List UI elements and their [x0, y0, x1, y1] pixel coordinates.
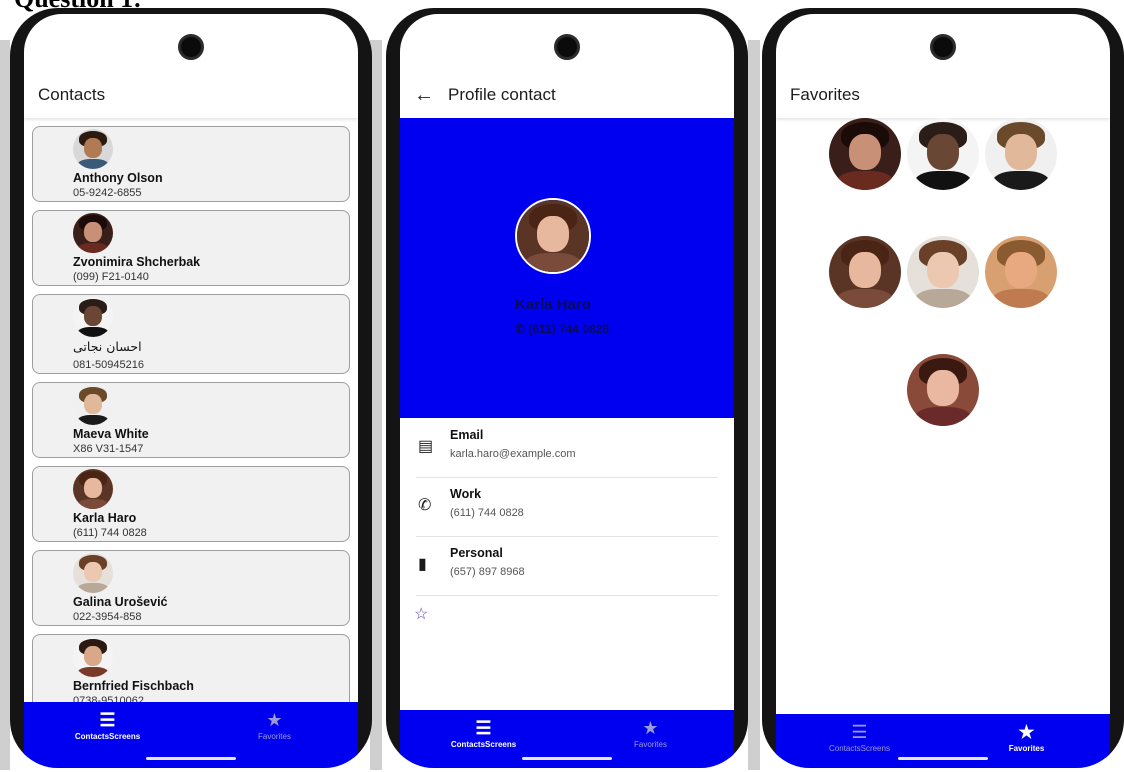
favorites-topbar: Favorites: [776, 72, 1110, 118]
detail-row-email[interactable]: ▤ Email karla.haro@example.com: [416, 420, 718, 478]
email-card-icon: ▤: [418, 438, 434, 455]
camera-hole: [930, 34, 956, 60]
camera-hole: [178, 34, 204, 60]
favorites-row: [776, 118, 1110, 190]
contact-name: Maeva White: [73, 427, 149, 441]
avatar: [73, 637, 113, 677]
avatar: [73, 297, 113, 337]
contact-name: Karla Haro: [73, 511, 137, 525]
phone-icon: ✆: [515, 322, 529, 336]
profile-phone-number: (611) 744 0828: [528, 322, 610, 336]
detail-label: Work: [450, 487, 482, 501]
avatar: [73, 213, 113, 253]
background-strip: [748, 40, 760, 770]
profile-avatar: [515, 198, 591, 274]
nav-label: ContactsScreens: [74, 732, 141, 741]
contact-card[interactable]: احسان نجاتی 081-50945216: [32, 294, 350, 374]
contact-phone: (099) F21-0140: [73, 271, 149, 283]
favorite-avatar[interactable]: [829, 118, 901, 190]
contact-phone: 05-9242-6855: [73, 187, 142, 199]
favorite-avatar[interactable]: [985, 118, 1057, 190]
back-arrow-icon[interactable]: ←: [414, 84, 434, 107]
page-title: Favorites: [790, 85, 860, 104]
home-indicator[interactable]: [146, 757, 236, 760]
favorites-row: [776, 236, 1110, 308]
contact-card[interactable]: Zvonimira Shcherbak (099) F21-0140: [32, 210, 350, 286]
contact-name: Bernfried Fischbach: [73, 679, 194, 693]
nav-label: Favorites: [258, 732, 291, 741]
favorite-avatar[interactable]: [907, 118, 979, 190]
nav-label: Favorites: [1008, 744, 1045, 753]
profile-phone: ✆ (611) 744 0828: [515, 322, 609, 336]
list-icon: ☰: [99, 710, 116, 730]
contact-card[interactable]: Karla Haro (611) 744 0828: [32, 466, 350, 542]
favorite-avatar[interactable]: [829, 236, 901, 308]
detail-row-personal[interactable]: ▮ Personal (657) 897 8968: [416, 538, 718, 596]
contact-phone: 081-50945216: [73, 359, 144, 371]
detail-label: Personal: [450, 546, 503, 560]
contact-card[interactable]: Maeva White X86 V31-1547: [32, 382, 350, 458]
favorite-toggle-star-icon[interactable]: ☆: [414, 604, 428, 623]
contacts-screen: Contacts Anthony Olson 05-9242-6855 Zvon…: [24, 14, 358, 768]
detail-label: Email: [450, 428, 484, 442]
contact-name: احسان نجاتی: [73, 339, 142, 354]
nav-label: ContactsScreens: [450, 740, 517, 749]
bottom-navigation: ☰ ContactsScreens ★ Favorites: [776, 714, 1110, 768]
favorites-row: [776, 354, 1110, 426]
profile-screen: ← Profile contact Karla Haro ✆ (611) 744…: [400, 14, 734, 768]
contact-name: Anthony Olson: [73, 171, 163, 185]
nav-label: Favorites: [634, 740, 667, 749]
favorite-avatar[interactable]: [907, 236, 979, 308]
star-check-icon: ★: [642, 718, 659, 738]
nav-label: ContactsScreens: [829, 744, 890, 753]
mobile-phone-icon: ▮: [418, 556, 427, 573]
page-title: Profile contact: [448, 85, 556, 104]
favorites-grid: [776, 118, 1110, 472]
contact-phone: (611) 744 0828: [73, 527, 147, 539]
background-strip: [0, 40, 10, 770]
profile-header: Karla Haro ✆ (611) 744 0828: [400, 118, 734, 418]
favorite-avatar[interactable]: [907, 354, 979, 426]
contact-card[interactable]: Galina Urošević 022-3954-858: [32, 550, 350, 626]
contact-phone: X86 V31-1547: [73, 443, 144, 455]
star-check-icon: ★: [266, 710, 283, 730]
favorite-avatar[interactable]: [985, 236, 1057, 308]
avatar: [73, 385, 113, 425]
phone-contacts: Contacts Anthony Olson 05-9242-6855 Zvon…: [10, 8, 372, 768]
contacts-topbar: Contacts: [24, 72, 358, 118]
detail-value: karla.haro@example.com: [450, 448, 576, 460]
bottom-navigation: ☰ ContactsScreens ★ Favorites: [24, 702, 358, 768]
bottom-navigation: ☰ ContactsScreens ★ Favorites: [400, 710, 734, 768]
phone-icon: ✆: [418, 497, 432, 514]
star-check-icon: ★: [1018, 722, 1035, 742]
home-indicator[interactable]: [522, 757, 612, 760]
contact-card[interactable]: Bernfried Fischbach 0738-9510062: [32, 634, 350, 710]
avatar: [73, 469, 113, 509]
phone-favorites: Favorites ☰ ContactsScreens ★ Favorites: [762, 8, 1124, 768]
list-icon: ☰: [475, 718, 492, 738]
favorites-screen: Favorites ☰ ContactsScreens ★ Favorites: [776, 14, 1110, 768]
contact-list[interactable]: Anthony Olson 05-9242-6855 Zvonimira Shc…: [32, 126, 350, 718]
profile-name: Karla Haro: [515, 296, 591, 313]
contact-name: Zvonimira Shcherbak: [73, 255, 201, 269]
phone-profile: ← Profile contact Karla Haro ✆ (611) 744…: [386, 8, 748, 768]
profile-topbar: ← Profile contact: [400, 72, 734, 118]
contact-phone: 022-3954-858: [73, 611, 142, 623]
avatar: [73, 129, 113, 169]
avatar: [73, 553, 113, 593]
camera-hole: [554, 34, 580, 60]
home-indicator[interactable]: [898, 757, 988, 760]
contact-name: Galina Urošević: [73, 595, 168, 609]
detail-value: (611) 744 0828: [450, 507, 524, 519]
contact-card[interactable]: Anthony Olson 05-9242-6855: [32, 126, 350, 202]
page-title: Contacts: [38, 85, 106, 104]
detail-value: (657) 897 8968: [450, 566, 525, 578]
list-icon: ☰: [851, 722, 868, 742]
detail-row-work[interactable]: ✆ Work (611) 744 0828: [416, 479, 718, 537]
